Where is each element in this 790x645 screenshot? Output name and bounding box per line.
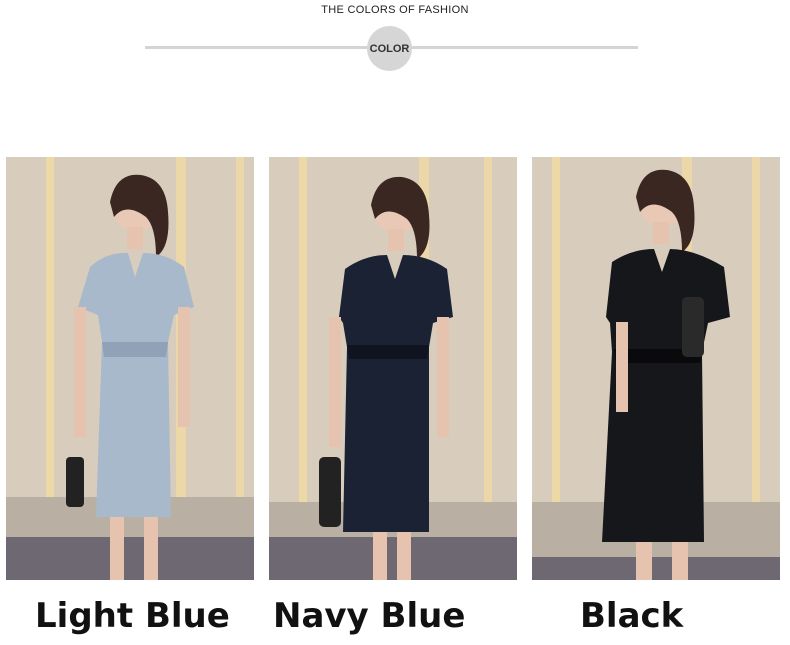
variant-label-light-blue: Light Blue [35,596,230,636]
product-photo-navy-blue[interactable] [269,157,517,580]
variant-label-navy-blue: Navy Blue [273,596,466,636]
color-badge: COLOR [367,26,412,71]
variant-label-black: Black [580,596,684,636]
product-photo-light-blue[interactable] [6,157,254,580]
divider-right [410,46,638,49]
divider-left [145,46,375,49]
product-photo-black[interactable] [532,157,780,580]
section-title: THE COLORS OF FASHION [321,4,469,16]
